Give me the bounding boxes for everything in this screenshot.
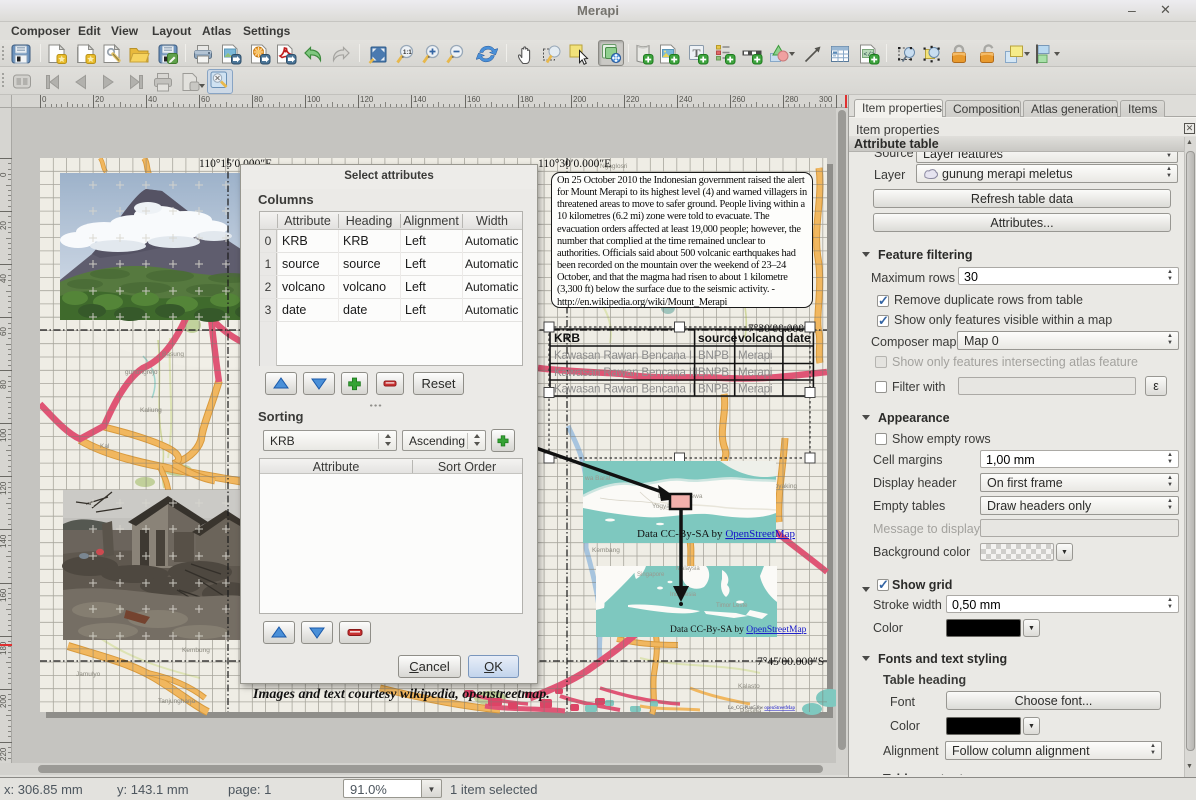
svg-text:Merapi: Merapi [738, 366, 772, 379]
svg-text:7°45′00.000″S: 7°45′00.000″S [757, 656, 824, 668]
svg-text:Kal: Kal [100, 443, 110, 450]
svg-text:Kawasan Rawan Bencana III: Kawasan Rawan Bencana III [554, 366, 698, 379]
svg-text:Merapi: Merapi [738, 383, 772, 396]
svg-text:BNPB: BNPB [698, 366, 729, 379]
svg-text:BNPB: BNPB [698, 349, 729, 362]
svg-text:Singapore: Singapore [637, 572, 665, 578]
svg-text:110°30′0.000″E: 110°30′0.000″E [538, 158, 611, 170]
svg-text:Kawasan Rawan Bencana I: Kawasan Rawan Bencana I [554, 349, 692, 362]
svg-text:Images and text courtesy wikip: Images and text courtesy wikipedia, open… [252, 687, 550, 702]
svg-text:Lo_CC-Plan5.8w openStreetMap: Lo_CC-Plan5.8w openStreetMap [728, 706, 795, 711]
svg-text:Basung: Basung [162, 351, 184, 358]
svg-text:Kaliung: Kaliung [140, 407, 162, 414]
svg-text:Kalasto: Kalasto [738, 683, 760, 690]
svg-text:Jamulyo: Jamulyo [76, 671, 101, 678]
svg-text:Data CC-By-SA by OpenStreetMap: Data CC-By-SA by OpenStreetMap [670, 625, 807, 635]
svg-text:1:1: 1:1 [403, 50, 412, 56]
svg-text:date: date [786, 331, 811, 345]
svg-text:KRB: KRB [554, 331, 580, 345]
svg-text:Kembang: Kembang [592, 547, 620, 554]
svg-text:volcano: volcano [738, 331, 783, 345]
svg-text:Kawasan Rawan Bencana II: Kawasan Rawan Bencana II [554, 383, 695, 396]
svg-text:Timor Leste: Timor Leste [716, 603, 748, 609]
svg-text:gunungrejo: gunungrejo [125, 369, 158, 376]
svg-text:wa Barat: wa Barat [584, 475, 611, 482]
svg-text:BNPB: BNPB [698, 383, 729, 396]
svg-text:Kembung: Kembung [182, 647, 210, 654]
svg-text:Merapi: Merapi [738, 349, 772, 362]
svg-text:Tanjungharjo: Tanjungharjo [158, 698, 196, 705]
svg-text:Data CC-By-SA by OpenStreetMap: Data CC-By-SA by OpenStreetMap [637, 528, 795, 540]
svg-text:source: source [698, 331, 738, 345]
